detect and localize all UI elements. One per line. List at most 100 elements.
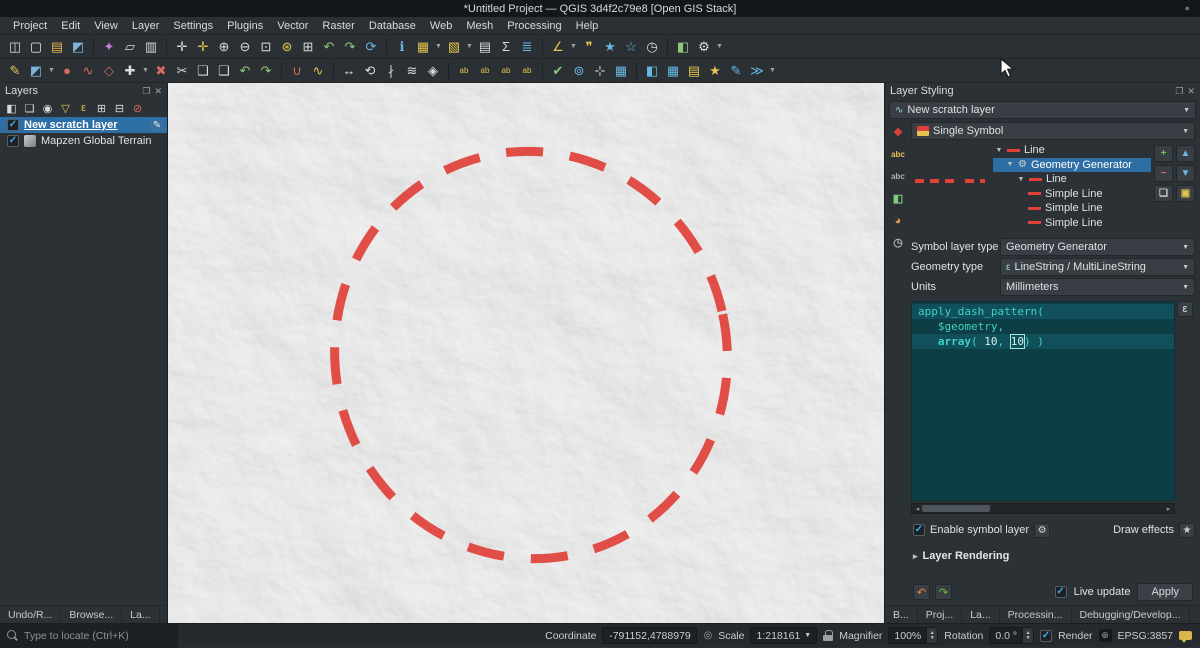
live-update-checkbox[interactable]: ✓ (1055, 586, 1067, 598)
tracing-toggle-icon[interactable]: ∿ (308, 61, 328, 81)
scroll-track[interactable] (922, 505, 1164, 512)
undock-icon[interactable]: ❐ (142, 86, 150, 97)
menu-view[interactable]: View (87, 19, 125, 33)
dropdown-caret-icon[interactable]: ▼ (768, 67, 777, 74)
move-symbol-layer-down-button[interactable]: ▼ (1176, 165, 1195, 182)
lock-symbol-color-button[interactable]: ▣ (1176, 185, 1195, 202)
symbol-layer-type-combo[interactable]: Geometry Generator ▼ (1000, 238, 1195, 256)
new-bookmark-icon[interactable]: ★ (600, 37, 620, 57)
pin-labels-icon[interactable]: ab (475, 61, 495, 81)
zoom-last-icon[interactable]: ↶ (319, 37, 339, 57)
python-console-icon[interactable]: ≫ (747, 61, 767, 81)
new-3d-map-view-icon[interactable]: ◧ (673, 37, 693, 57)
close-icon[interactable]: ✕ (1187, 86, 1195, 97)
georeferencer-icon[interactable]: ⊹ (590, 61, 610, 81)
field-calculator-icon[interactable]: Σ (496, 37, 516, 57)
zoom-to-layer-icon[interactable]: ⊞ (298, 37, 318, 57)
scroll-left-icon[interactable]: ◂ (913, 505, 922, 513)
measure-icon[interactable]: ∠ (548, 37, 568, 57)
dropdown-caret-icon[interactable]: ▼ (434, 43, 443, 50)
magnifier-spinbox[interactable]: 100%▲▼ (888, 627, 938, 644)
new-print-layout-icon[interactable]: ▱ (120, 37, 140, 57)
panel-tab-b[interactable]: B... (885, 606, 918, 623)
masks-tab-icon[interactable]: abc (890, 169, 907, 184)
rotate-feature-icon[interactable]: ⟲ (360, 61, 380, 81)
merge-features-icon[interactable]: ◈ (423, 61, 443, 81)
highlight-pinned-labels-icon[interactable]: ab (496, 61, 516, 81)
menu-edit[interactable]: Edit (54, 19, 87, 33)
style-manager-icon[interactable]: ✦ (99, 37, 119, 57)
geometry-type-combo[interactable]: ε LineString / MultiLineString ▼ (1000, 258, 1195, 276)
move-feature-icon[interactable]: ↔ (339, 61, 359, 81)
dropdown-caret-icon[interactable]: ▼ (141, 67, 150, 74)
mesh-digitizing-icon[interactable]: ▦ (611, 61, 631, 81)
window-controls[interactable]: ● (1185, 4, 1190, 13)
remove-symbol-layer-button[interactable]: − (1154, 165, 1173, 182)
split-features-icon[interactable]: ∤ (381, 61, 401, 81)
menu-raster[interactable]: Raster (315, 19, 361, 33)
menu-layer[interactable]: Layer (125, 19, 167, 33)
remove-layer-icon[interactable]: ⊘ (130, 101, 145, 116)
spin-arrows[interactable]: ▲▼ (1023, 627, 1034, 644)
coordinate-box[interactable]: -791152,4788979 (602, 627, 697, 644)
layer-item[interactable]: ✓New scratch layer✎ (0, 117, 167, 133)
diagrams-tab-icon[interactable]: ◕ (890, 213, 907, 228)
symbol-tree-node[interactable]: ▼Line (993, 143, 1151, 158)
duplicate-symbol-layer-button[interactable]: ❏ (1154, 185, 1173, 202)
paste-features-icon[interactable]: ❑ (214, 61, 234, 81)
layer-visibility-checkbox[interactable]: ✓ (7, 119, 19, 131)
open-attribute-table-icon[interactable]: ▤ (475, 37, 495, 57)
pan-map-icon[interactable]: ✛ (172, 37, 192, 57)
symbology-tab-icon[interactable]: ❖ (890, 125, 907, 140)
expression-builder-button[interactable]: ε (1177, 301, 1193, 317)
snapping-toggle-icon[interactable]: ∪ (287, 61, 307, 81)
data-defined-override-button[interactable]: ⚙ (1034, 523, 1050, 538)
draw-effects-button[interactable]: ★ (1179, 523, 1195, 538)
style-undo-button[interactable]: ↶ (913, 584, 930, 600)
menu-vector[interactable]: Vector (270, 19, 315, 33)
pan-to-selection-icon[interactable]: ✛ (193, 37, 213, 57)
scroll-right-icon[interactable]: ▸ (1164, 505, 1173, 513)
enable-symbol-layer-checkbox[interactable]: ✓ (913, 524, 925, 536)
zoom-in-icon[interactable]: ⊕ (214, 37, 234, 57)
dropdown-caret-icon[interactable]: ▼ (715, 43, 724, 50)
lock-scale-icon[interactable] (823, 630, 833, 641)
open-data-source-manager-icon[interactable]: ◫ (5, 37, 25, 57)
layer-styling-toggle-icon[interactable]: ◧ (642, 61, 662, 81)
symbol-tree-node[interactable]: ▼⚙Geometry Generator (993, 158, 1151, 173)
add-annotation-icon[interactable]: ✎ (726, 61, 746, 81)
symbol-tree-node[interactable]: Simple Line (993, 216, 1151, 231)
filter-by-expression-icon[interactable]: ε (76, 101, 91, 116)
menu-project[interactable]: Project (6, 19, 54, 33)
panel-tab-undo-r[interactable]: Undo/R... (0, 606, 61, 623)
close-icon[interactable]: ✕ (154, 86, 162, 97)
digitize-point-icon[interactable]: ● (57, 61, 77, 81)
crs-icon[interactable]: ⊕ (1099, 629, 1112, 642)
undo-icon[interactable]: ↶ (235, 61, 255, 81)
redo-icon[interactable]: ↷ (256, 61, 276, 81)
toggle-editing-icon[interactable]: ✎ (5, 61, 25, 81)
layer-rendering-section[interactable]: ▸ Layer Rendering (913, 550, 1195, 562)
menu-settings[interactable]: Settings (166, 19, 220, 33)
menu-plugins[interactable]: Plugins (220, 19, 270, 33)
zoom-next-icon[interactable]: ↷ (340, 37, 360, 57)
layer-item[interactable]: ✓Mapzen Global Terrain (0, 133, 167, 149)
renderer-combo[interactable]: Single Symbol ▼ (911, 122, 1195, 140)
symbol-tree-node[interactable]: ▼Line (993, 172, 1151, 187)
open-layer-styling-panel-icon[interactable]: ◧ (4, 101, 19, 116)
scroll-handle[interactable] (922, 505, 990, 512)
view-3d-tab-icon[interactable]: ◧ (890, 191, 907, 206)
label-toolbar-icon[interactable]: ab (454, 61, 474, 81)
undock-icon[interactable]: ❐ (1175, 86, 1183, 97)
locate-box[interactable] (0, 624, 178, 648)
locate-input[interactable] (24, 630, 164, 642)
digitize-line-icon[interactable]: ∿ (78, 61, 98, 81)
check-geometries-icon[interactable]: ✔ (548, 61, 568, 81)
units-combo[interactable]: Millimeters ▼ (1000, 278, 1195, 296)
copy-features-icon[interactable]: ❏ (193, 61, 213, 81)
digitize-polygon-icon[interactable]: ◇ (99, 61, 119, 81)
show-bookmarks-icon[interactable]: ☆ (621, 37, 641, 57)
delete-selected-icon[interactable]: ✖ (151, 61, 171, 81)
layout-manager-icon[interactable]: ▥ (141, 37, 161, 57)
vertex-tool-icon[interactable]: ✚ (120, 61, 140, 81)
